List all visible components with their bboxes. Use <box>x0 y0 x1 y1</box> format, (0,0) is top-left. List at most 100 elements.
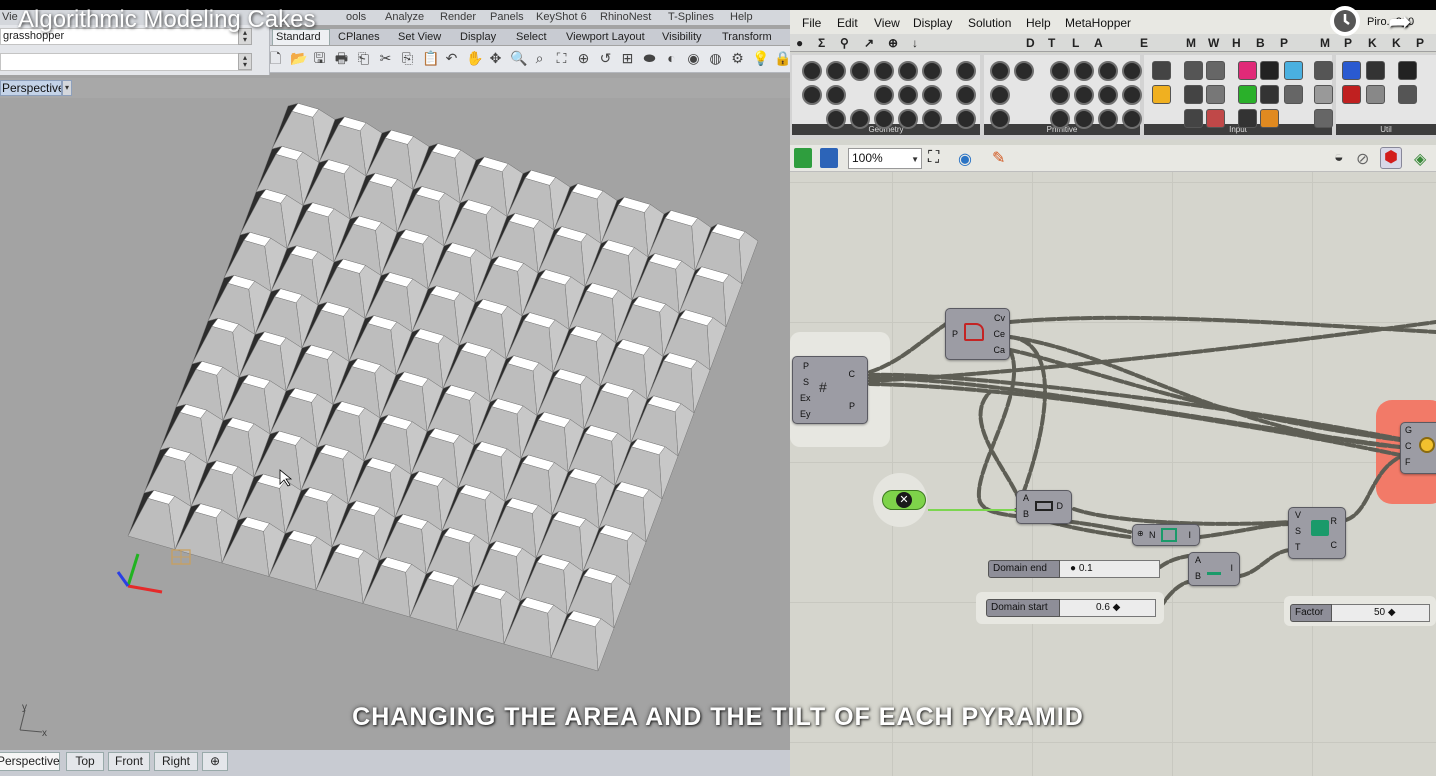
save-file-icon[interactable] <box>820 148 838 168</box>
palette-component-icon[interactable] <box>850 61 870 81</box>
paste-icon[interactable]: 📋 <box>422 50 439 66</box>
gh-tab-curve[interactable]: ⊕ <box>888 36 898 50</box>
tab-transform[interactable]: Transform <box>722 31 772 43</box>
sketch-brush-icon[interactable]: ✎ <box>992 148 1005 168</box>
palette-component-icon[interactable] <box>898 85 918 105</box>
gh-menu-display[interactable]: Display <box>913 16 952 30</box>
slider-domain-end-value[interactable]: ● 0.1 <box>1060 560 1160 578</box>
gh-menu-file[interactable]: File <box>802 16 821 30</box>
gh-canvas[interactable]: P Cv Ce Ca P S Ex Ey # C P G C F ✕ A B D… <box>790 172 1436 776</box>
palette-component-icon[interactable] <box>802 85 822 105</box>
viewport-menu-arrow-icon[interactable]: ▾ <box>62 80 72 96</box>
preview-mode-icon[interactable]: ◒ <box>1334 149 1344 167</box>
gh-tab-k2[interactable]: K <box>1392 36 1401 50</box>
palette-component-icon[interactable] <box>1122 85 1142 105</box>
viewport-title[interactable]: Perspective <box>0 80 62 96</box>
command-scroll[interactable]: ▴ ▾ <box>238 53 252 70</box>
palette-component-icon[interactable] <box>1122 61 1142 81</box>
palette-component-icon[interactable] <box>956 61 976 81</box>
tab-viewport-layout[interactable]: Viewport Layout <box>566 31 645 43</box>
palette-component-icon[interactable] <box>922 109 942 129</box>
slider-factor-value[interactable]: 50 ◆ <box>1332 604 1430 622</box>
zoom-extents-icon[interactable]: ⛶ <box>928 149 939 167</box>
palette-component-icon[interactable] <box>990 109 1010 129</box>
palette-component-icon[interactable] <box>826 109 846 129</box>
zoom-select[interactable]: 100% ▼ <box>848 148 922 169</box>
palette-component-icon[interactable] <box>1260 85 1279 104</box>
palette-component-icon[interactable] <box>1152 85 1171 104</box>
palette-component-icon[interactable] <box>1014 61 1034 81</box>
palette-component-icon[interactable] <box>1366 61 1385 80</box>
gh-menu-metahopper[interactable]: MetaHopper <box>1065 16 1131 30</box>
cplane-icon[interactable]: ⬬ <box>642 50 657 66</box>
palette-component-icon[interactable] <box>922 85 942 105</box>
palette-component-icon[interactable] <box>1206 61 1225 80</box>
gh-tab-e[interactable]: E <box>1140 36 1148 50</box>
palette-component-icon[interactable] <box>1260 61 1279 80</box>
gh-tab-sets[interactable]: ⚲ <box>840 36 849 50</box>
gh-tab-a[interactable]: A <box>1094 36 1103 50</box>
square-grid-component[interactable]: P S Ex Ey # C P <box>792 356 868 424</box>
tab-setview[interactable]: Set View <box>398 31 441 43</box>
evaluate-component[interactable]: V S T R C <box>1288 507 1346 559</box>
palette-component-icon[interactable] <box>1342 61 1361 80</box>
gh-tab-p3[interactable]: P <box>1416 36 1424 50</box>
tab-cplanes[interactable]: CPlanes <box>338 31 380 43</box>
palette-component-icon[interactable] <box>956 109 976 129</box>
video-title[interactable]: Algorithmic Modeling Cakes <box>18 6 315 34</box>
gh-tab-p2[interactable]: P <box>1344 36 1352 50</box>
open-folder-icon[interactable]: 📂 <box>290 50 307 66</box>
viewport-tab-perspective[interactable]: Perspective <box>0 752 60 771</box>
palette-component-icon[interactable] <box>1184 109 1203 128</box>
tab-select[interactable]: Select <box>516 31 547 43</box>
gh-menu-help[interactable]: Help <box>1026 16 1051 30</box>
remap-component[interactable]: ⊕ N I <box>1132 524 1200 546</box>
palette-component-icon[interactable] <box>802 61 822 81</box>
print-icon[interactable]: 🖶 <box>334 50 349 66</box>
gh-tab-d[interactable]: D <box>1026 36 1035 50</box>
gh-menu-solution[interactable]: Solution <box>968 16 1011 30</box>
palette-component-icon[interactable] <box>1398 85 1417 104</box>
palette-component-icon[interactable] <box>1314 109 1333 128</box>
command-input[interactable] <box>0 53 252 71</box>
watch-later-clock-icon[interactable] <box>1330 6 1360 36</box>
gh-tab-m[interactable]: M <box>1186 36 1196 50</box>
palette-component-icon[interactable] <box>1366 85 1385 104</box>
palette-component-icon[interactable] <box>1398 61 1417 80</box>
palette-component-icon[interactable] <box>956 85 976 105</box>
gh-menu-edit[interactable]: Edit <box>837 16 858 30</box>
pyramid-cluster-component[interactable]: G C F <box>1400 422 1436 474</box>
palette-component-icon[interactable] <box>1342 85 1361 104</box>
palette-component-icon[interactable] <box>990 61 1010 81</box>
lock-icon[interactable]: 🔒 <box>774 50 791 66</box>
construct-domain-component[interactable]: A B I <box>1188 552 1240 586</box>
gh-tab-m2[interactable]: M <box>1320 36 1330 50</box>
palette-component-icon[interactable] <box>826 85 846 105</box>
palette-component-icon[interactable] <box>922 61 942 81</box>
import-icon[interactable]: ⎗ <box>356 50 371 66</box>
bounds-component[interactable]: A B D <box>1016 490 1072 524</box>
undo-icon[interactable]: ↶ <box>444 50 459 66</box>
menu-tools[interactable]: ools <box>346 11 366 23</box>
gh-tab-h[interactable]: H <box>1232 36 1241 50</box>
palette-component-icon[interactable] <box>1206 109 1225 128</box>
perspective-viewport[interactable]: y x <box>0 98 790 748</box>
palette-component-icon[interactable] <box>850 109 870 129</box>
zoom-icon[interactable]: 🔍 <box>510 50 527 66</box>
palette-component-icon[interactable] <box>1098 61 1118 81</box>
palette-component-icon[interactable] <box>1284 61 1303 80</box>
palette-component-icon[interactable] <box>874 61 894 81</box>
palette-component-icon[interactable] <box>1314 61 1333 80</box>
gh-menu-view[interactable]: View <box>874 16 900 30</box>
boolean-toggle[interactable]: ✕ <box>882 490 926 510</box>
palette-component-icon[interactable] <box>898 109 918 129</box>
palette-component-icon[interactable] <box>1206 85 1225 104</box>
bake-icon[interactable]: ◈ <box>1414 149 1426 169</box>
add-viewport-tab-icon[interactable]: ⊕ <box>202 752 228 771</box>
palette-component-icon[interactable] <box>1184 85 1203 104</box>
gh-tab-p[interactable]: P <box>1280 36 1288 50</box>
zoom-selected-icon[interactable]: ⊕ <box>576 50 591 66</box>
palette-component-icon[interactable] <box>990 85 1010 105</box>
palette-component-icon[interactable] <box>874 109 894 129</box>
menu-keyshot[interactable]: KeyShot 6 <box>536 11 587 23</box>
